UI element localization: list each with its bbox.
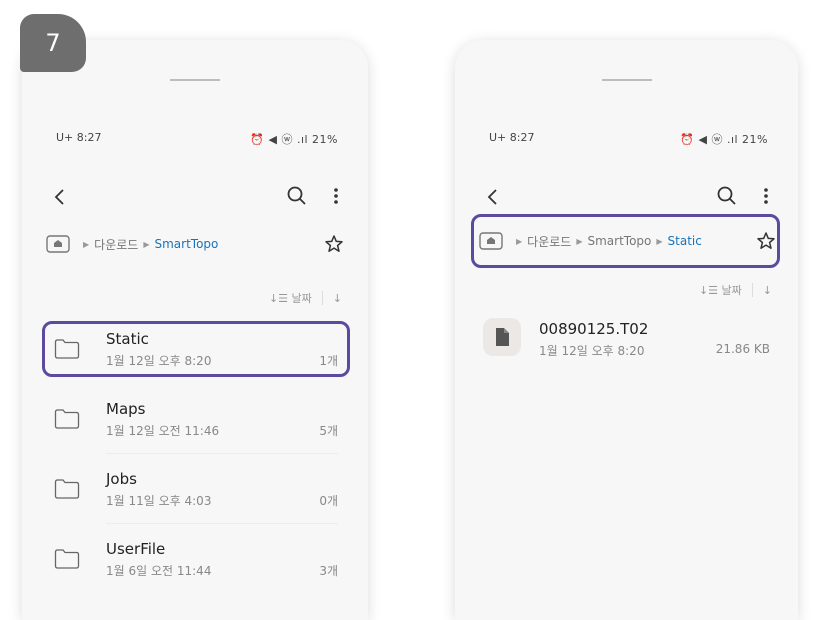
breadcrumb: ▶ 다운로드 ▶ SmartTopo <box>46 224 344 264</box>
drag-handle[interactable] <box>170 79 220 81</box>
favorite-star-icon[interactable] <box>324 234 344 254</box>
step-number-badge: 7 <box>20 14 86 72</box>
breadcrumb-item-smarttopo[interactable]: SmartTopo <box>154 237 218 251</box>
status-icons: ⏰ ◀ ⓦ .ıl 21% <box>250 133 338 146</box>
sort-icon: ↓☰ <box>268 291 289 305</box>
folder-date: 1월 6일 오전 11:44 <box>106 564 212 578</box>
folder-icon <box>54 479 80 499</box>
right-phone-screen: U+ 8:27 ⏰ ◀ ⓦ .ıl 21% ▶ 다운로드 ▶ SmartTopo… <box>455 40 798 620</box>
drag-handle[interactable] <box>601 79 652 81</box>
file-thumbnail <box>483 318 521 356</box>
status-time: U+ 8:27 <box>489 131 535 144</box>
more-options-icon[interactable] <box>330 185 342 207</box>
status-icons: ⏰ ◀ ⓦ .ıl 21% <box>680 133 768 146</box>
status-time: U+ 8:27 <box>56 131 102 144</box>
back-arrow-icon[interactable] <box>50 186 72 208</box>
folder-row[interactable]: Maps 1월 12일 오전 11:46 5개 <box>44 394 346 454</box>
sort-icon: ↓☰ <box>698 283 719 297</box>
left-phone-screen: U+ 8:27 ⏰ ◀ ⓦ .ıl 21% ▶ 다운로드 ▶ SmartTopo… <box>22 40 368 620</box>
search-icon[interactable] <box>716 185 738 207</box>
sort-control[interactable]: ↓☰ 날짜 ↓ <box>269 288 342 308</box>
folder-name: Jobs <box>106 470 137 488</box>
search-icon[interactable] <box>286 185 308 207</box>
divider <box>321 291 323 305</box>
file-size: 21.86 KB <box>715 342 770 356</box>
back-arrow-icon[interactable] <box>483 186 505 208</box>
toolbar <box>483 182 772 212</box>
highlight-box-static-folder <box>42 321 350 377</box>
folder-icon <box>54 409 80 429</box>
file-row[interactable]: 00890125.T02 1월 12일 오후 8:20 21.86 KB <box>479 318 770 370</box>
folder-item-count: 5개 <box>319 424 338 438</box>
sort-direction-icon[interactable]: ↓ <box>763 284 772 297</box>
divider <box>106 453 338 454</box>
folder-name: Maps <box>106 400 146 418</box>
divider <box>751 283 753 297</box>
status-bar: U+ 8:27 ⏰ ◀ ⓦ .ıl 21% <box>489 131 768 147</box>
crumb-separator-icon: ▶ <box>143 239 150 249</box>
sort-direction-icon[interactable]: ↓ <box>333 292 342 305</box>
home-icon[interactable] <box>46 235 70 253</box>
folder-name: UserFile <box>106 540 166 558</box>
folder-icon <box>54 549 80 569</box>
folder-item-count: 3개 <box>319 564 338 578</box>
toolbar <box>50 182 342 212</box>
crumb-separator-icon: ▶ <box>83 239 90 249</box>
folder-date: 1월 12일 오전 11:46 <box>106 424 220 438</box>
breadcrumb-item-downloads[interactable]: 다운로드 <box>94 236 138 253</box>
sort-control[interactable]: ↓☰ 날짜 ↓ <box>699 280 772 300</box>
folder-row[interactable]: Jobs 1월 11일 오후 4:03 0개 <box>44 464 346 524</box>
folder-row[interactable]: UserFile 1월 6일 오전 11:44 3개 <box>44 534 346 586</box>
file-icon <box>496 328 509 346</box>
folder-item-count: 0개 <box>319 494 338 508</box>
folder-date: 1월 11일 오후 4:03 <box>106 494 212 508</box>
more-options-icon[interactable] <box>760 185 772 207</box>
file-date: 1월 12일 오후 8:20 <box>539 344 645 358</box>
sort-label: 날짜 <box>291 292 312 305</box>
highlight-box-breadcrumb <box>471 214 780 268</box>
divider <box>106 523 338 524</box>
file-name: 00890125.T02 <box>539 320 649 338</box>
status-bar: U+ 8:27 ⏰ ◀ ⓦ .ıl 21% <box>56 131 338 147</box>
sort-label: 날짜 <box>721 284 742 297</box>
